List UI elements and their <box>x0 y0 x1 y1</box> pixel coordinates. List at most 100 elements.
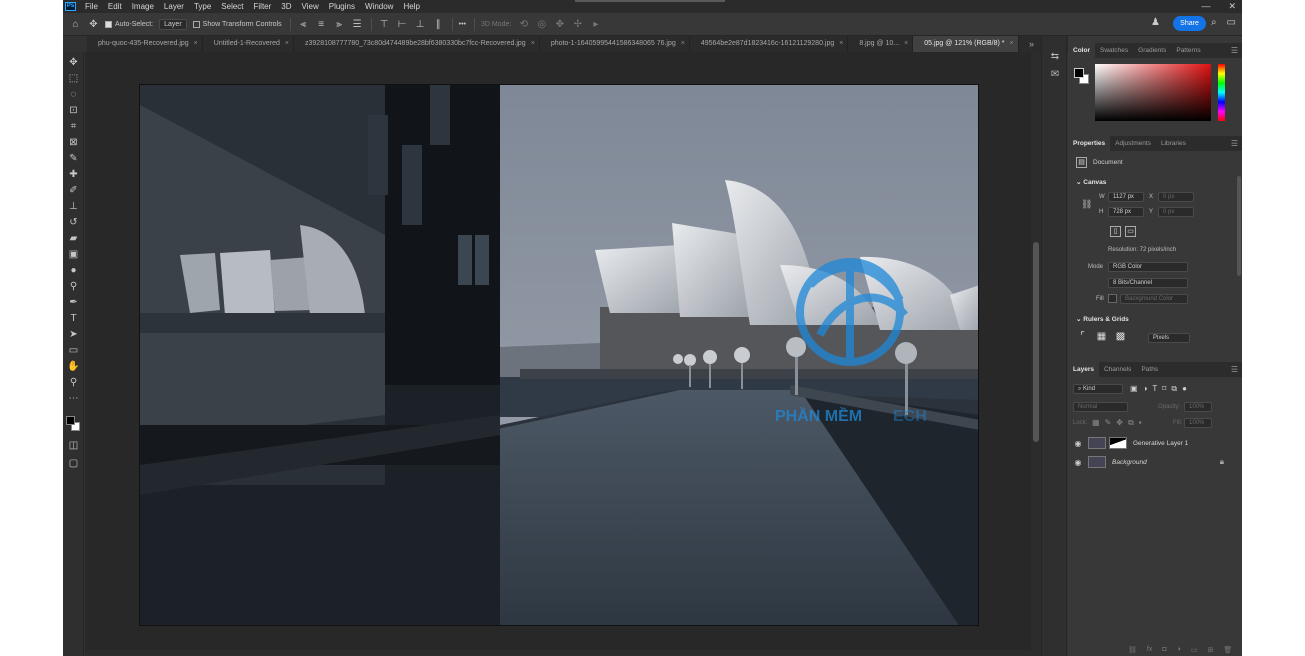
doc-tab[interactable]: 49564be2e87d1823416c-16121129280.jpg × <box>690 36 849 52</box>
grid-icon[interactable]: ▦ <box>1096 332 1107 343</box>
menu-file[interactable]: File <box>80 0 103 13</box>
document-image[interactable]: PHẦN MỀM ECH <box>139 84 979 626</box>
blur-icon[interactable]: ● <box>63 263 84 279</box>
color-picker-field[interactable] <box>1095 64 1211 121</box>
auto-select-toggle[interactable]: Auto-Select: <box>105 20 153 28</box>
lasso-icon[interactable]: ◌ <box>63 87 84 103</box>
layer-name[interactable]: Background <box>1112 459 1147 466</box>
gradient-icon[interactable]: ▣ <box>63 247 84 263</box>
tab-patterns[interactable]: Patterns <box>1171 43 1205 58</box>
fg-color-chip[interactable] <box>1074 68 1084 78</box>
ruler-icon[interactable]: ⌜ <box>1077 332 1088 343</box>
adjustment-layer-icon[interactable]: ◑ <box>1177 646 1181 654</box>
align-top-icon[interactable]: ⊤ <box>379 19 390 30</box>
transform-controls-toggle[interactable]: Show Transform Controls <box>192 20 282 28</box>
menu-plugins[interactable]: Plugins <box>324 0 360 13</box>
close-tab-icon[interactable]: × <box>194 40 198 47</box>
close-tab-icon[interactable]: × <box>285 40 289 47</box>
crop-icon[interactable]: ⌗ <box>63 119 84 135</box>
tab-channels[interactable]: Channels <box>1099 362 1136 377</box>
tab-properties[interactable]: Properties <box>1068 136 1111 151</box>
rectangle-icon[interactable]: ▭ <box>63 343 84 359</box>
new-layer-icon[interactable]: ⊞ <box>1207 646 1213 654</box>
guides-icon[interactable]: ▩ <box>1115 332 1126 343</box>
history-panel-icon[interactable]: ⇆ <box>1042 48 1068 66</box>
fill-field[interactable]: 100% <box>1184 418 1212 428</box>
screen-mode-icon[interactable]: ▢ <box>63 456 84 472</box>
link-icon[interactable]: ⛓ <box>1081 199 1092 210</box>
filter-type-icon[interactable]: T <box>1152 384 1157 394</box>
mode-dropdown[interactable]: RGB Color <box>1108 262 1188 272</box>
tab-paths[interactable]: Paths <box>1136 362 1163 377</box>
more-tools-icon[interactable]: ⋯ <box>63 391 84 407</box>
3d-scale-icon[interactable]: ▸ <box>590 19 601 30</box>
vertical-scrollbar[interactable] <box>1031 52 1041 656</box>
bit-depth-dropdown[interactable]: 8 Bits/Channel <box>1108 278 1188 288</box>
lock-all-icon[interactable]: ▪ <box>1139 418 1142 428</box>
align-left-icon[interactable]: ⫷ <box>298 19 309 30</box>
properties-scrollbar[interactable] <box>1237 176 1241 276</box>
panel-menu-icon[interactable]: ☰ <box>1231 136 1238 151</box>
object-select-icon[interactable]: ⊡ <box>63 103 84 119</box>
distribute-vertical-icon[interactable]: ∥ <box>433 19 444 30</box>
doc-tab-active[interactable]: 05.jpg @ 121% (RGB/8) * × <box>913 36 1019 52</box>
canvas-section-title[interactable]: ⌄ Canvas <box>1076 178 1106 186</box>
menu-window[interactable]: Window <box>360 0 398 13</box>
minimize-button[interactable]: — <box>1201 0 1210 13</box>
filter-shape-icon[interactable]: ⌑ <box>1162 384 1166 394</box>
home-icon[interactable]: ⌂ <box>70 19 81 30</box>
scroll-thumb[interactable] <box>1033 242 1039 442</box>
history-brush-icon[interactable]: ↺ <box>63 215 84 231</box>
zoom-icon[interactable]: ⚲ <box>63 375 84 391</box>
lock-artboard-icon[interactable]: ⧉ <box>1128 418 1134 428</box>
fx-icon[interactable]: fx <box>1147 646 1152 654</box>
height-field[interactable]: 728 px <box>1108 207 1144 217</box>
auto-select-checkbox[interactable] <box>105 20 112 28</box>
portrait-orientation-icon[interactable]: ▯ <box>1110 226 1121 237</box>
tab-adjustments[interactable]: Adjustments <box>1110 136 1156 151</box>
panel-menu-icon[interactable]: ☰ <box>1231 362 1238 377</box>
fill-dropdown[interactable]: Background Color <box>1120 294 1188 304</box>
filter-adjustment-icon[interactable]: ◑ <box>1143 384 1148 394</box>
tab-gradients[interactable]: Gradients <box>1133 43 1171 58</box>
blend-mode-dropdown[interactable]: Normal <box>1073 402 1128 412</box>
hand-icon[interactable]: ✋ <box>63 359 84 375</box>
auto-select-dropdown[interactable]: Layer <box>159 18 187 30</box>
horizontal-scrollbar[interactable] <box>85 650 1031 656</box>
layer-mask-thumbnail[interactable] <box>1109 437 1127 449</box>
menu-image[interactable]: Image <box>127 0 159 13</box>
brush-icon[interactable]: ✐ <box>63 183 84 199</box>
filter-pixel-icon[interactable]: ▣ <box>1130 384 1138 394</box>
doc-tab[interactable]: z3928108777780_73c80d474489be28bf6380330… <box>294 36 540 52</box>
doc-tab[interactable]: photo-1-16405995441586348065 76.jpg × <box>540 36 690 52</box>
align-middle-icon[interactable]: ⊢ <box>397 19 408 30</box>
panel-menu-icon[interactable]: ☰ <box>1231 43 1238 58</box>
visibility-eye-icon[interactable]: ◉ <box>1072 458 1084 467</box>
3d-pan-icon[interactable]: ✥ <box>554 19 565 30</box>
units-dropdown[interactable]: Pixels <box>1148 333 1190 343</box>
move-icon[interactable]: ✥ <box>63 55 84 71</box>
eraser-icon[interactable]: ▰ <box>63 231 84 247</box>
marquee-icon[interactable]: ⬚ <box>63 71 84 87</box>
delete-layer-icon[interactable]: 🗑︎ <box>1223 646 1232 654</box>
menu-help[interactable]: Help <box>398 0 424 13</box>
menu-edit[interactable]: Edit <box>103 0 127 13</box>
more-options-button[interactable]: ••• <box>459 21 466 28</box>
landscape-orientation-icon[interactable]: ▭ <box>1125 226 1136 237</box>
frame-icon[interactable]: ⊠ <box>63 135 84 151</box>
width-field[interactable]: 1127 px <box>1108 192 1144 202</box>
tab-libraries[interactable]: Libraries <box>1156 136 1191 151</box>
link-layers-icon[interactable]: ⛓ <box>1128 646 1137 654</box>
tab-color[interactable]: Color <box>1068 43 1095 58</box>
lock-pixels-icon[interactable]: ✎ <box>1105 418 1112 428</box>
doc-tab[interactable]: phu-quoc-435-Recovered.jpg × <box>87 36 203 52</box>
filter-toggle-icon[interactable]: ● <box>1182 384 1187 394</box>
3d-orbit-icon[interactable]: ⟲ <box>518 19 529 30</box>
3d-slide-icon[interactable]: ✢ <box>572 19 583 30</box>
align-center-icon[interactable]: ≡ <box>316 19 327 30</box>
workspace-icon[interactable]: ▭ <box>1227 17 1236 28</box>
share-button[interactable]: Share <box>1173 16 1206 31</box>
close-tab-icon[interactable]: × <box>681 40 685 47</box>
close-tab-icon[interactable]: × <box>904 40 908 47</box>
distribute-icon[interactable]: ☰ <box>352 19 363 30</box>
